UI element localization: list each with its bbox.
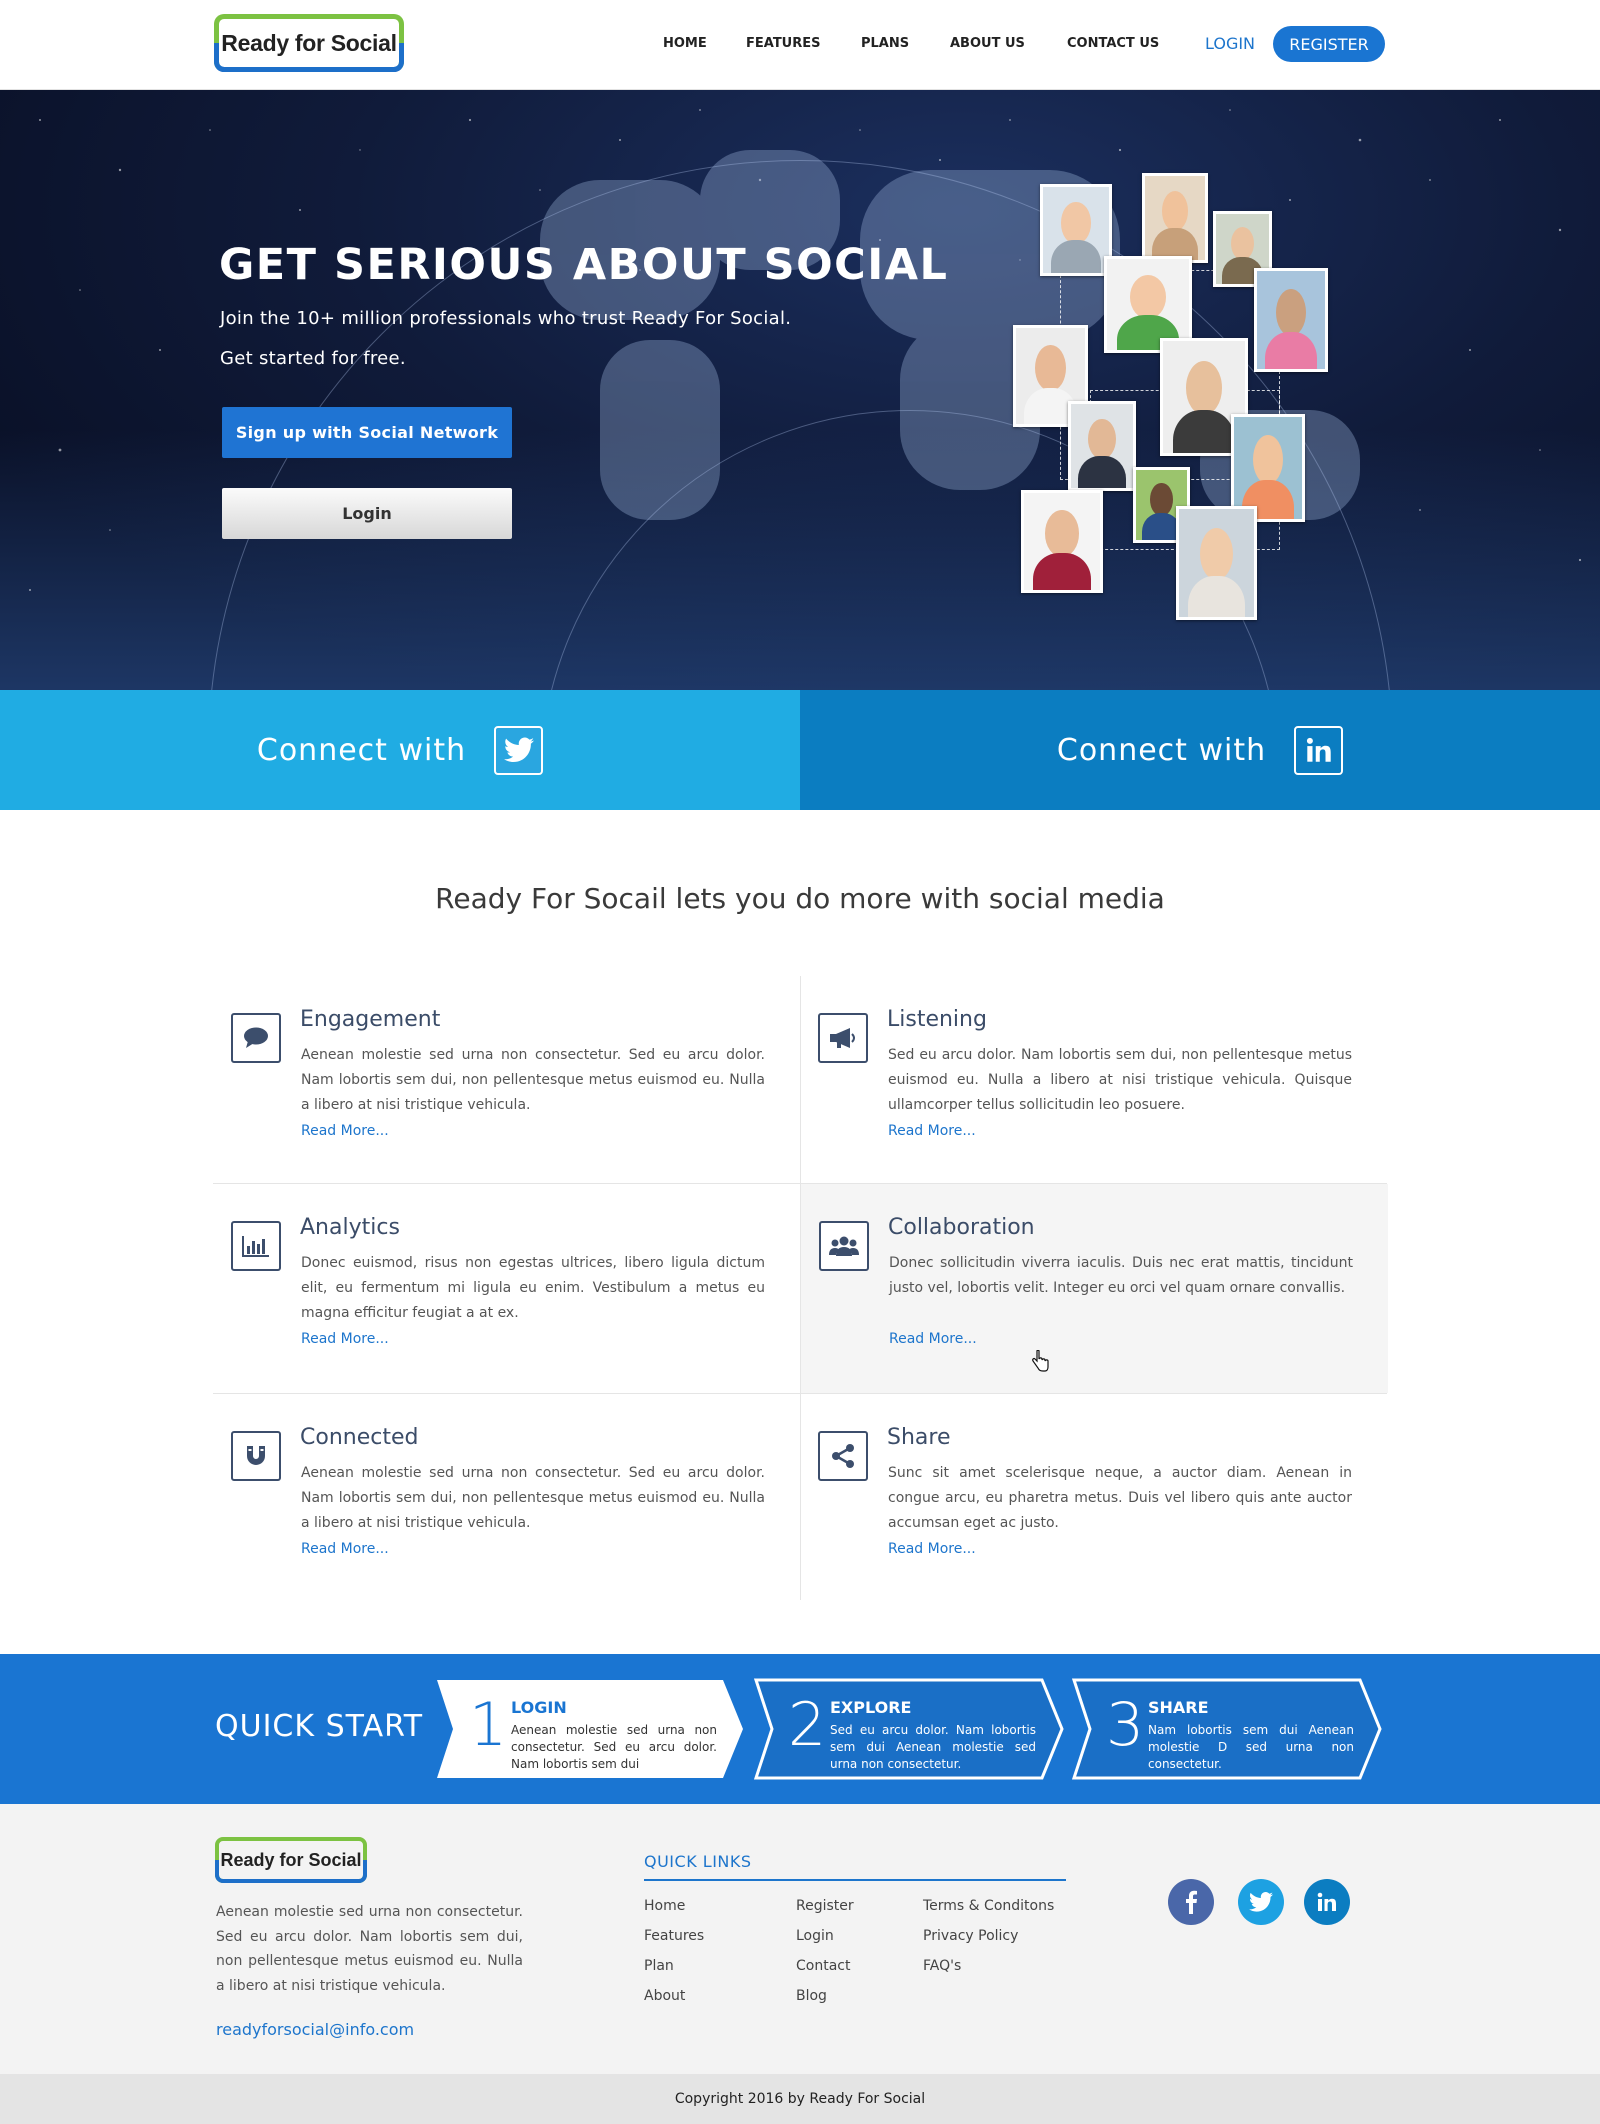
footer-link-plan[interactable]: Plan	[644, 1958, 674, 1974]
quick-start-title: QUICK START	[215, 1709, 424, 1744]
nav-contact-us[interactable]: CONTACT US	[1067, 36, 1159, 51]
quick-step-login[interactable]: 1 LOGIN Aenean molestie sed urna non con…	[433, 1678, 747, 1780]
feature-title: Connected	[300, 1425, 419, 1450]
grid-divider	[213, 1393, 1387, 1394]
logo[interactable]: Ready for Social	[214, 14, 404, 72]
read-more-link[interactable]: Read More...	[889, 1331, 977, 1347]
profile-photo	[1068, 401, 1136, 491]
nav-plans[interactable]: PLANS	[861, 36, 909, 51]
feature-title: Analytics	[300, 1215, 400, 1240]
quick-links-title: QUICK LINKS	[644, 1852, 752, 1871]
footer-link-home[interactable]: Home	[644, 1898, 685, 1914]
hero-login-button[interactable]: Login	[222, 488, 512, 539]
read-more-link[interactable]: Read More...	[301, 1123, 389, 1139]
profile-photo	[1176, 506, 1257, 620]
feature-title: Listening	[887, 1007, 987, 1032]
hero-subtitle-2: Get started for free.	[220, 348, 406, 369]
bar-chart-icon	[231, 1221, 281, 1271]
feature-title: Share	[887, 1425, 951, 1450]
feature-text: Donec sollicitudin viverra iaculis. Duis…	[889, 1255, 1353, 1296]
step-number: 1	[469, 1690, 508, 1760]
site-footer: Ready for Social Aenean molestie sed urn…	[0, 1804, 1600, 2074]
share-icon	[818, 1431, 868, 1481]
register-button[interactable]: REGISTER	[1273, 26, 1385, 62]
feature-text: Sunc sit amet scelerisque neque, a aucto…	[888, 1465, 1352, 1531]
feature-text: Aenean molestie sed urna non consectetur…	[301, 1047, 765, 1113]
profile-photo	[1142, 173, 1208, 263]
hand-cursor-icon	[1032, 1350, 1049, 1372]
step-title: LOGIN	[511, 1698, 567, 1717]
features-heading: Ready For Socail lets you do more with s…	[435, 882, 1165, 915]
connect-twitter-button[interactable]: Connect with	[0, 690, 800, 810]
connect-linkedin-button[interactable]: Connect with	[800, 690, 1600, 810]
quick-step-explore[interactable]: 2 EXPLORE Sed eu arcu dolor. Nam loborti…	[752, 1678, 1066, 1780]
users-icon	[819, 1221, 869, 1271]
quick-start-section: QUICK START 1 LOGIN Aenean molestie sed …	[0, 1654, 1600, 1804]
feature-collaboration: Collaboration Donec sollicitudin viverra…	[801, 1184, 1388, 1393]
feature-listening: Listening Sed eu arcu dolor. Nam loborti…	[800, 976, 1387, 1183]
connect-linkedin-label: Connect with	[1056, 732, 1267, 768]
copyright-bar: Copyright 2016 by Ready For Social	[0, 2074, 1600, 2124]
quick-step-share[interactable]: 3 SHARE Nam lobortis sem dui Aenean mole…	[1070, 1678, 1384, 1780]
read-more-link[interactable]: Read More...	[301, 1541, 389, 1557]
footer-link-terms[interactable]: Terms & Conditons	[923, 1898, 1054, 1914]
features-grid: Engagement Aenean molestie sed urna non …	[213, 976, 1388, 1600]
read-more-link[interactable]: Read More...	[888, 1541, 976, 1557]
profile-photo	[1021, 490, 1103, 593]
feature-text: Donec euismod, risus non egestas ultrice…	[301, 1255, 765, 1321]
linkedin-icon[interactable]	[1304, 1879, 1350, 1925]
feature-engagement: Engagement Aenean molestie sed urna non …	[213, 976, 800, 1183]
profile-photo	[1254, 268, 1328, 372]
read-more-link[interactable]: Read More...	[301, 1331, 389, 1347]
nav-about-us[interactable]: ABOUT US	[950, 36, 1025, 51]
facebook-icon[interactable]	[1168, 1879, 1214, 1925]
grid-divider	[800, 976, 801, 1600]
footer-link-features[interactable]: Features	[644, 1928, 704, 1944]
step-text: Nam lobortis sem dui Aenean molestie D s…	[1148, 1723, 1354, 1771]
feature-text: Aenean molestie sed urna non consectetur…	[301, 1465, 765, 1531]
feature-share: Share Sunc sit amet scelerisque neque, a…	[800, 1394, 1387, 1600]
connect-twitter-label: Connect with	[256, 732, 467, 768]
megaphone-icon	[818, 1013, 868, 1063]
profile-photo	[1040, 184, 1112, 276]
magnet-icon	[231, 1431, 281, 1481]
step-title: SHARE	[1148, 1698, 1209, 1717]
footer-logo[interactable]: Ready for Social	[215, 1837, 367, 1883]
footer-email-link[interactable]: readyforsocial@info.com	[216, 2020, 414, 2039]
twitter-icon[interactable]	[1238, 1879, 1284, 1925]
hero-section: GET SERIOUS ABOUT SOCIAL Join the 10+ mi…	[0, 90, 1600, 690]
feature-text: Sed eu arcu dolor. Nam lobortis sem dui,…	[888, 1047, 1352, 1113]
nav-features[interactable]: FEATURES	[746, 36, 821, 51]
step-text: Aenean molestie sed urna non consectetur…	[511, 1723, 717, 1771]
site-header: Ready for Social HOME FEATURES PLANS ABO…	[0, 0, 1600, 90]
footer-link-register[interactable]: Register	[796, 1898, 854, 1914]
nav-home[interactable]: HOME	[663, 36, 707, 51]
footer-link-login[interactable]: Login	[796, 1928, 834, 1944]
read-more-link[interactable]: Read More...	[888, 1123, 976, 1139]
hero-title: GET SERIOUS ABOUT SOCIAL	[219, 240, 949, 290]
footer-link-faq[interactable]: FAQ's	[923, 1958, 961, 1974]
feature-title: Engagement	[300, 1007, 441, 1032]
step-number: 3	[1106, 1690, 1145, 1760]
feature-title: Collaboration	[888, 1215, 1035, 1240]
copyright-text: Copyright 2016 by Ready For Social	[674, 2091, 926, 2107]
feature-analytics: Analytics Donec euismod, risus non egest…	[213, 1184, 800, 1393]
grid-divider	[213, 1183, 1387, 1184]
twitter-icon	[494, 725, 544, 775]
footer-link-contact[interactable]: Contact	[796, 1958, 850, 1974]
footer-link-blog[interactable]: Blog	[796, 1988, 827, 2004]
speech-bubble-icon	[231, 1013, 281, 1063]
footer-description: Aenean molestie sed urna non consectetur…	[216, 1904, 523, 1994]
footer-link-privacy[interactable]: Privacy Policy	[923, 1928, 1018, 1944]
footer-link-about[interactable]: About	[644, 1988, 685, 2004]
hero-subtitle: Join the 10+ million professionals who t…	[220, 308, 792, 329]
header-login-link[interactable]: LOGIN	[1205, 34, 1255, 53]
signup-social-button[interactable]: Sign up with Social Network	[222, 407, 512, 458]
step-title: EXPLORE	[830, 1698, 912, 1717]
step-number: 2	[788, 1690, 827, 1760]
linkedin-icon	[1294, 725, 1344, 775]
step-text: Sed eu arcu dolor. Nam lobortis sem dui …	[830, 1723, 1036, 1771]
feature-connected: Connected Aenean molestie sed urna non c…	[213, 1394, 800, 1600]
quick-links-divider	[644, 1879, 1066, 1881]
